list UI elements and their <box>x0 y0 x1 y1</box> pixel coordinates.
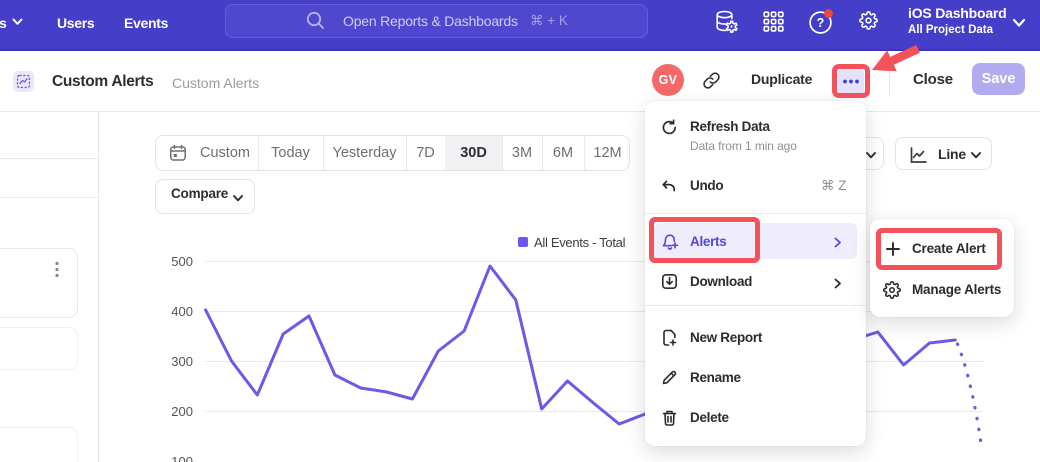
svg-text:?: ? <box>817 16 825 30</box>
